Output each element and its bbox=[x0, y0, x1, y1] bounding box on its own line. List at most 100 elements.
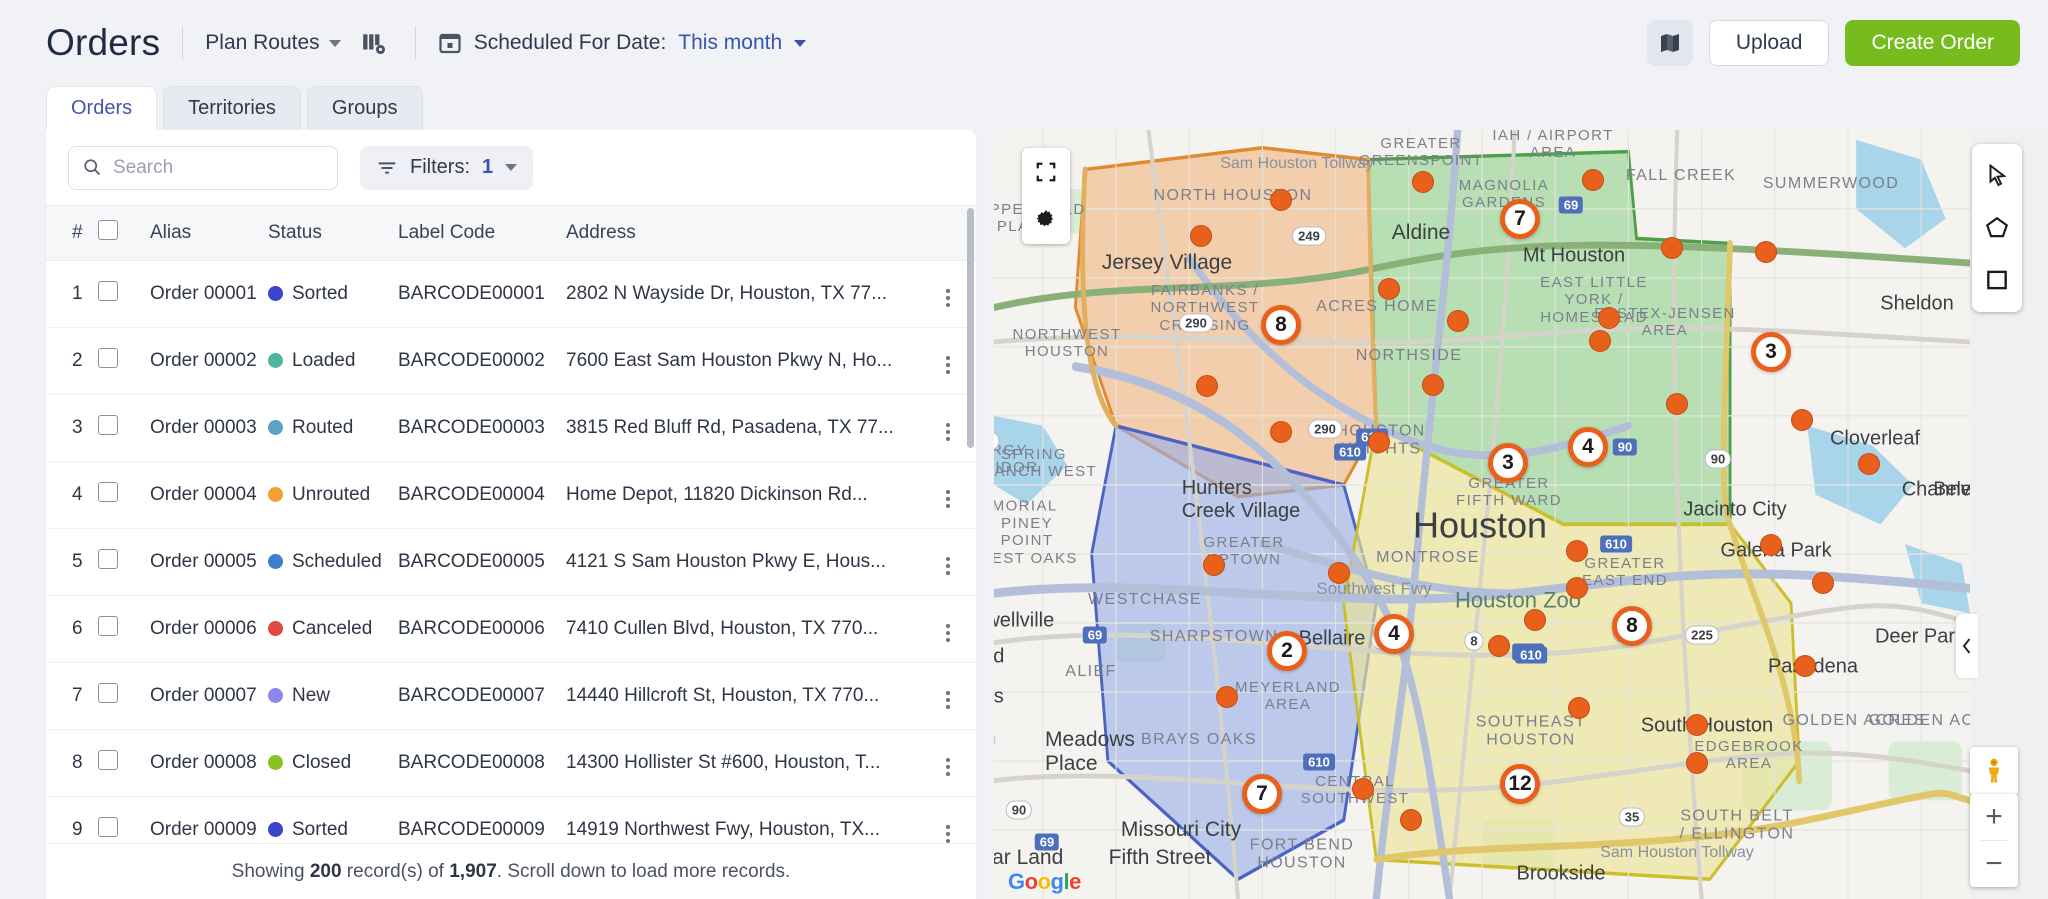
order-cluster-marker[interactable]: 7 bbox=[1242, 774, 1282, 814]
upload-button[interactable]: Upload bbox=[1709, 20, 1830, 66]
row-checkbox[interactable] bbox=[98, 616, 118, 636]
map-settings-button[interactable] bbox=[1022, 196, 1070, 244]
row-actions-menu-icon[interactable] bbox=[942, 352, 954, 378]
row-checkbox-cell[interactable] bbox=[98, 462, 150, 529]
order-marker-pin[interactable] bbox=[1589, 330, 1611, 352]
row-actions-cell[interactable] bbox=[920, 730, 976, 797]
table-row[interactable]: 2Order 00002LoadedBARCODE000027600 East … bbox=[46, 328, 976, 395]
row-actions-cell[interactable] bbox=[920, 462, 976, 529]
order-marker-pin[interactable] bbox=[1661, 237, 1683, 259]
row-checkbox-cell[interactable] bbox=[98, 261, 150, 328]
row-actions-menu-icon[interactable] bbox=[942, 821, 954, 843]
row-checkbox-cell[interactable] bbox=[98, 395, 150, 462]
col-index[interactable]: # bbox=[46, 206, 98, 261]
columns-settings-button[interactable] bbox=[355, 24, 393, 62]
row-actions-menu-icon[interactable] bbox=[942, 754, 954, 780]
table-row[interactable]: 3Order 00003RoutedBARCODE000033815 Red B… bbox=[46, 395, 976, 462]
table-row[interactable]: 1Order 00001SortedBARCODE000012802 N Way… bbox=[46, 261, 976, 328]
order-cluster-marker[interactable]: 8 bbox=[1612, 606, 1652, 646]
order-marker-pin[interactable] bbox=[1328, 562, 1350, 584]
search-input[interactable] bbox=[68, 146, 338, 190]
row-actions-menu-icon[interactable] bbox=[942, 285, 954, 311]
tab-groups[interactable]: Groups bbox=[307, 86, 423, 130]
col-label-code[interactable]: Label Code bbox=[398, 206, 566, 261]
select-all-checkbox[interactable] bbox=[98, 220, 118, 240]
order-marker-pin[interactable] bbox=[1400, 809, 1422, 831]
row-actions-menu-icon[interactable] bbox=[942, 553, 954, 579]
table-row[interactable]: 6Order 00006CanceledBARCODE000067410 Cul… bbox=[46, 596, 976, 663]
order-marker-pin[interactable] bbox=[1524, 609, 1546, 631]
create-order-button[interactable]: Create Order bbox=[1845, 20, 2020, 66]
order-marker-pin[interactable] bbox=[1812, 572, 1834, 594]
order-marker-pin[interactable] bbox=[1412, 171, 1434, 193]
order-marker-pin[interactable] bbox=[1378, 278, 1400, 300]
table-row[interactable]: 7Order 00007NewBARCODE0000714440 Hillcro… bbox=[46, 663, 976, 730]
order-marker-pin[interactable] bbox=[1422, 374, 1444, 396]
table-scrollbar-thumb[interactable] bbox=[967, 208, 974, 448]
zoom-in-button[interactable]: + bbox=[1970, 794, 2018, 840]
polygon-tool-button[interactable] bbox=[1972, 202, 2022, 254]
row-actions-menu-icon[interactable] bbox=[942, 486, 954, 512]
order-marker-pin[interactable] bbox=[1666, 393, 1688, 415]
row-actions-menu-icon[interactable] bbox=[942, 620, 954, 646]
order-cluster-marker[interactable]: 2 bbox=[1267, 631, 1307, 671]
map-toggle-button[interactable] bbox=[1647, 20, 1693, 66]
col-status[interactable]: Status bbox=[268, 206, 398, 261]
rectangle-tool-button[interactable] bbox=[1972, 254, 2022, 306]
row-checkbox[interactable] bbox=[98, 750, 118, 770]
order-marker-pin[interactable] bbox=[1368, 431, 1390, 453]
row-checkbox[interactable] bbox=[98, 683, 118, 703]
order-marker-pin[interactable] bbox=[1794, 655, 1816, 677]
order-cluster-marker[interactable]: 7 bbox=[1500, 199, 1540, 239]
row-checkbox-cell[interactable] bbox=[98, 328, 150, 395]
order-marker-pin[interactable] bbox=[1270, 189, 1292, 211]
col-alias[interactable]: Alias bbox=[150, 206, 268, 261]
order-cluster-marker[interactable]: 4 bbox=[1568, 427, 1608, 467]
order-marker-pin[interactable] bbox=[1190, 225, 1212, 247]
map-canvas[interactable]: IAH / AIRPORTAREAGREATERGREENSPOINTFALL … bbox=[994, 130, 1970, 899]
table-row[interactable]: 9Order 00009SortedBARCODE0000914919 Nort… bbox=[46, 797, 976, 844]
order-marker-pin[interactable] bbox=[1216, 686, 1238, 708]
order-marker-pin[interactable] bbox=[1858, 453, 1880, 475]
search-field[interactable] bbox=[68, 146, 338, 190]
tab-orders[interactable]: Orders bbox=[46, 86, 157, 130]
col-address[interactable]: Address bbox=[566, 206, 920, 261]
row-actions-cell[interactable] bbox=[920, 596, 976, 663]
order-marker-pin[interactable] bbox=[1760, 534, 1782, 556]
row-checkbox[interactable] bbox=[98, 415, 118, 435]
order-marker-pin[interactable] bbox=[1791, 409, 1813, 431]
zoom-out-button[interactable]: − bbox=[1970, 841, 2018, 887]
row-checkbox[interactable] bbox=[98, 482, 118, 502]
row-checkbox-cell[interactable] bbox=[98, 529, 150, 596]
row-checkbox-cell[interactable] bbox=[98, 663, 150, 730]
order-marker-pin[interactable] bbox=[1566, 577, 1588, 599]
order-cluster-marker[interactable]: 4 bbox=[1374, 614, 1414, 654]
row-actions-menu-icon[interactable] bbox=[942, 419, 954, 445]
row-checkbox-cell[interactable] bbox=[98, 596, 150, 663]
order-cluster-marker[interactable]: 12 bbox=[1500, 764, 1540, 804]
map-panel[interactable]: IAH / AIRPORTAREAGREATERGREENSPOINTFALL … bbox=[994, 130, 2048, 899]
order-cluster-marker[interactable]: 3 bbox=[1751, 332, 1791, 372]
order-marker-pin[interactable] bbox=[1566, 540, 1588, 562]
row-actions-cell[interactable] bbox=[920, 797, 976, 844]
order-cluster-marker[interactable]: 3 bbox=[1488, 443, 1528, 483]
order-marker-pin[interactable] bbox=[1755, 241, 1777, 263]
order-marker-pin[interactable] bbox=[1598, 307, 1620, 329]
order-marker-pin[interactable] bbox=[1447, 310, 1469, 332]
schedule-value[interactable]: This month bbox=[678, 31, 782, 55]
row-actions-cell[interactable] bbox=[920, 529, 976, 596]
table-row[interactable]: 8Order 00008ClosedBARCODE0000814300 Holl… bbox=[46, 730, 976, 797]
order-marker-pin[interactable] bbox=[1686, 752, 1708, 774]
col-select-all[interactable] bbox=[98, 206, 150, 261]
row-actions-cell[interactable] bbox=[920, 663, 976, 730]
order-cluster-marker[interactable]: 8 bbox=[1261, 305, 1301, 345]
row-checkbox-cell[interactable] bbox=[98, 797, 150, 844]
pointer-tool-button[interactable] bbox=[1972, 150, 2022, 202]
row-checkbox[interactable] bbox=[98, 549, 118, 569]
order-marker-pin[interactable] bbox=[1203, 554, 1225, 576]
map-panel-collapse-handle[interactable] bbox=[1956, 614, 1978, 678]
order-marker-pin[interactable] bbox=[1582, 169, 1604, 191]
order-marker-pin[interactable] bbox=[1488, 635, 1510, 657]
row-checkbox[interactable] bbox=[98, 817, 118, 837]
row-checkbox-cell[interactable] bbox=[98, 730, 150, 797]
